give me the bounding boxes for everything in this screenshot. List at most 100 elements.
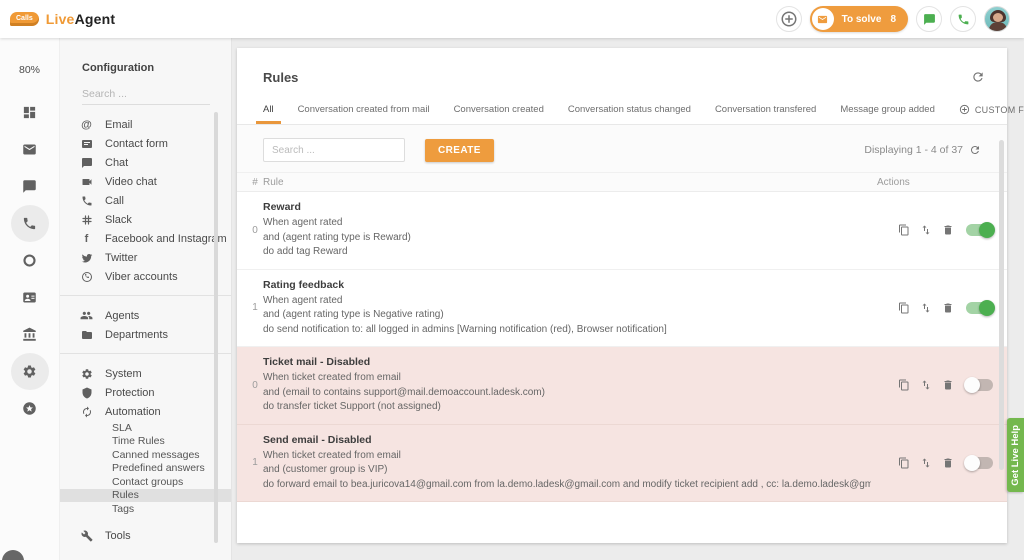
custom-filter-button[interactable]: CUSTOM FILTER (959, 104, 1024, 124)
rule-action: do transfer ticket Support (not assigned… (263, 400, 871, 415)
sidebar-channel-list: @Email Contact form Chat Video chat Call… (60, 115, 231, 286)
sidebar-item-email[interactable]: @Email (60, 115, 231, 134)
sidebar-item-call[interactable]: Call (60, 191, 231, 210)
sidebar-item-label: Slack (105, 214, 132, 226)
corner-widget (2, 550, 24, 560)
rail-chats[interactable] (11, 168, 49, 205)
sidebar-item-slack[interactable]: Slack (60, 210, 231, 229)
sidebar-search-input[interactable] (82, 86, 210, 105)
sidebar-scrollbar[interactable] (214, 112, 218, 543)
tab-all[interactable]: All (263, 104, 274, 124)
chat-icon (923, 13, 936, 26)
sidebar-subitem-predefined-answers[interactable]: Predefined answers (60, 462, 231, 476)
rail-social[interactable] (11, 242, 49, 279)
rules-search-input[interactable] (263, 138, 405, 162)
enable-toggle[interactable] (966, 379, 993, 391)
enable-toggle[interactable] (966, 302, 993, 314)
calls-button[interactable] (950, 6, 976, 32)
gear-icon (80, 367, 93, 380)
rule-actions (881, 224, 993, 236)
shield-icon (80, 386, 93, 399)
copy-icon (898, 224, 910, 236)
rail-academy[interactable] (11, 316, 49, 353)
sidebar-subitem-time-rules[interactable]: Time Rules (60, 435, 231, 449)
list-refresh-button[interactable] (969, 144, 981, 156)
rail-starred[interactable] (11, 390, 49, 427)
chats-button[interactable] (916, 6, 942, 32)
delete-button[interactable] (942, 302, 954, 314)
subitem-label: Time Rules (112, 435, 165, 447)
avatar-face (993, 13, 1003, 22)
tab-conversation-transfered[interactable]: Conversation transfered (715, 104, 816, 124)
rail-calls[interactable] (11, 205, 49, 242)
reorder-button[interactable] (920, 379, 932, 391)
sidebar-subitem-rules[interactable]: Rules (60, 489, 231, 503)
viber-icon (80, 270, 93, 283)
sidebar-item-twitter[interactable]: Twitter (60, 248, 231, 267)
sidebar-subitem-sla[interactable]: SLA (60, 421, 231, 435)
envelope-icon (812, 8, 834, 30)
content-area: Rules All Conversation created from mail… (232, 38, 1024, 560)
sidebar-item-facebook[interactable]: fFacebook and Instagram (60, 229, 231, 248)
sidebar-item-tools[interactable]: Tools (60, 527, 231, 546)
table-row[interactable]: 0 Ticket mail - Disabled When ticket cre… (237, 347, 1007, 425)
copy-button[interactable] (898, 224, 910, 236)
create-button[interactable]: CREATE (425, 139, 494, 162)
import-export-icon (920, 379, 932, 391)
chat-icon (80, 156, 93, 169)
tab-conversation-created-from-mail[interactable]: Conversation created from mail (298, 104, 430, 124)
panel-refresh-button[interactable] (971, 70, 985, 84)
rail-tickets[interactable] (11, 131, 49, 168)
sidebar-subitem-canned-messages[interactable]: Canned messages (60, 448, 231, 462)
sidebar-subitem-tags[interactable]: Tags (60, 502, 231, 516)
calls-badge: Calls (10, 12, 39, 26)
sidebar-item-departments[interactable]: Departments (60, 325, 231, 344)
table-row[interactable]: 1 Send email - Disabled When ticket crea… (237, 425, 1007, 503)
sidebar-subitem-contact-groups[interactable]: Contact groups (60, 475, 231, 489)
sidebar-item-contact-form[interactable]: Contact form (60, 134, 231, 153)
add-circle-icon (780, 10, 798, 28)
import-export-icon (920, 302, 932, 314)
rail-dashboard[interactable] (11, 94, 49, 131)
refresh-icon (971, 70, 985, 84)
rail-customers[interactable] (11, 279, 49, 316)
column-number: # (247, 177, 263, 188)
panel-scrollbar[interactable] (999, 140, 1004, 470)
delete-button[interactable] (942, 457, 954, 469)
copy-button[interactable] (898, 457, 910, 469)
delete-button[interactable] (942, 379, 954, 391)
at-sign-icon: @ (80, 118, 93, 131)
copy-button[interactable] (898, 379, 910, 391)
to-solve-button[interactable]: To solve 8 (810, 6, 908, 32)
chat-icon (22, 179, 37, 194)
copy-button[interactable] (898, 302, 910, 314)
sidebar-item-label: Agents (105, 310, 139, 322)
enable-toggle[interactable] (966, 457, 993, 469)
sidebar-item-viber[interactable]: Viber accounts (60, 267, 231, 286)
liveagent-logo[interactable]: Calls LiveAgent (10, 11, 115, 27)
sidebar-item-agents[interactable]: Agents (60, 306, 231, 325)
avatar[interactable] (984, 6, 1010, 32)
reorder-button[interactable] (920, 457, 932, 469)
sidebar-item-video-chat[interactable]: Video chat (60, 172, 231, 191)
rail-configuration[interactable] (11, 353, 49, 390)
delete-button[interactable] (942, 224, 954, 236)
sidebar-item-protection[interactable]: Protection (60, 383, 231, 402)
facebook-icon: f (80, 232, 93, 245)
get-live-help-button[interactable]: Get Live Help (1007, 418, 1024, 492)
enable-toggle[interactable] (966, 224, 993, 236)
tab-conversation-created[interactable]: Conversation created (454, 104, 544, 124)
reorder-button[interactable] (920, 224, 932, 236)
sidebar-item-automation[interactable]: Automation (60, 402, 231, 421)
rule-order: 0 (247, 380, 263, 391)
table-row[interactable]: 0 Reward When agent rated and (agent rat… (237, 192, 1007, 270)
add-button[interactable] (776, 6, 802, 32)
tab-conversation-status-changed[interactable]: Conversation status changed (568, 104, 691, 124)
avatar-body (989, 22, 1007, 32)
reorder-button[interactable] (920, 302, 932, 314)
sidebar-item-chat[interactable]: Chat (60, 153, 231, 172)
toggle-knob (964, 455, 980, 471)
table-row[interactable]: 1 Rating feedback When agent rated and (… (237, 270, 1007, 348)
tab-message-group-added[interactable]: Message group added (840, 104, 935, 124)
sidebar-item-system[interactable]: System (60, 364, 231, 383)
